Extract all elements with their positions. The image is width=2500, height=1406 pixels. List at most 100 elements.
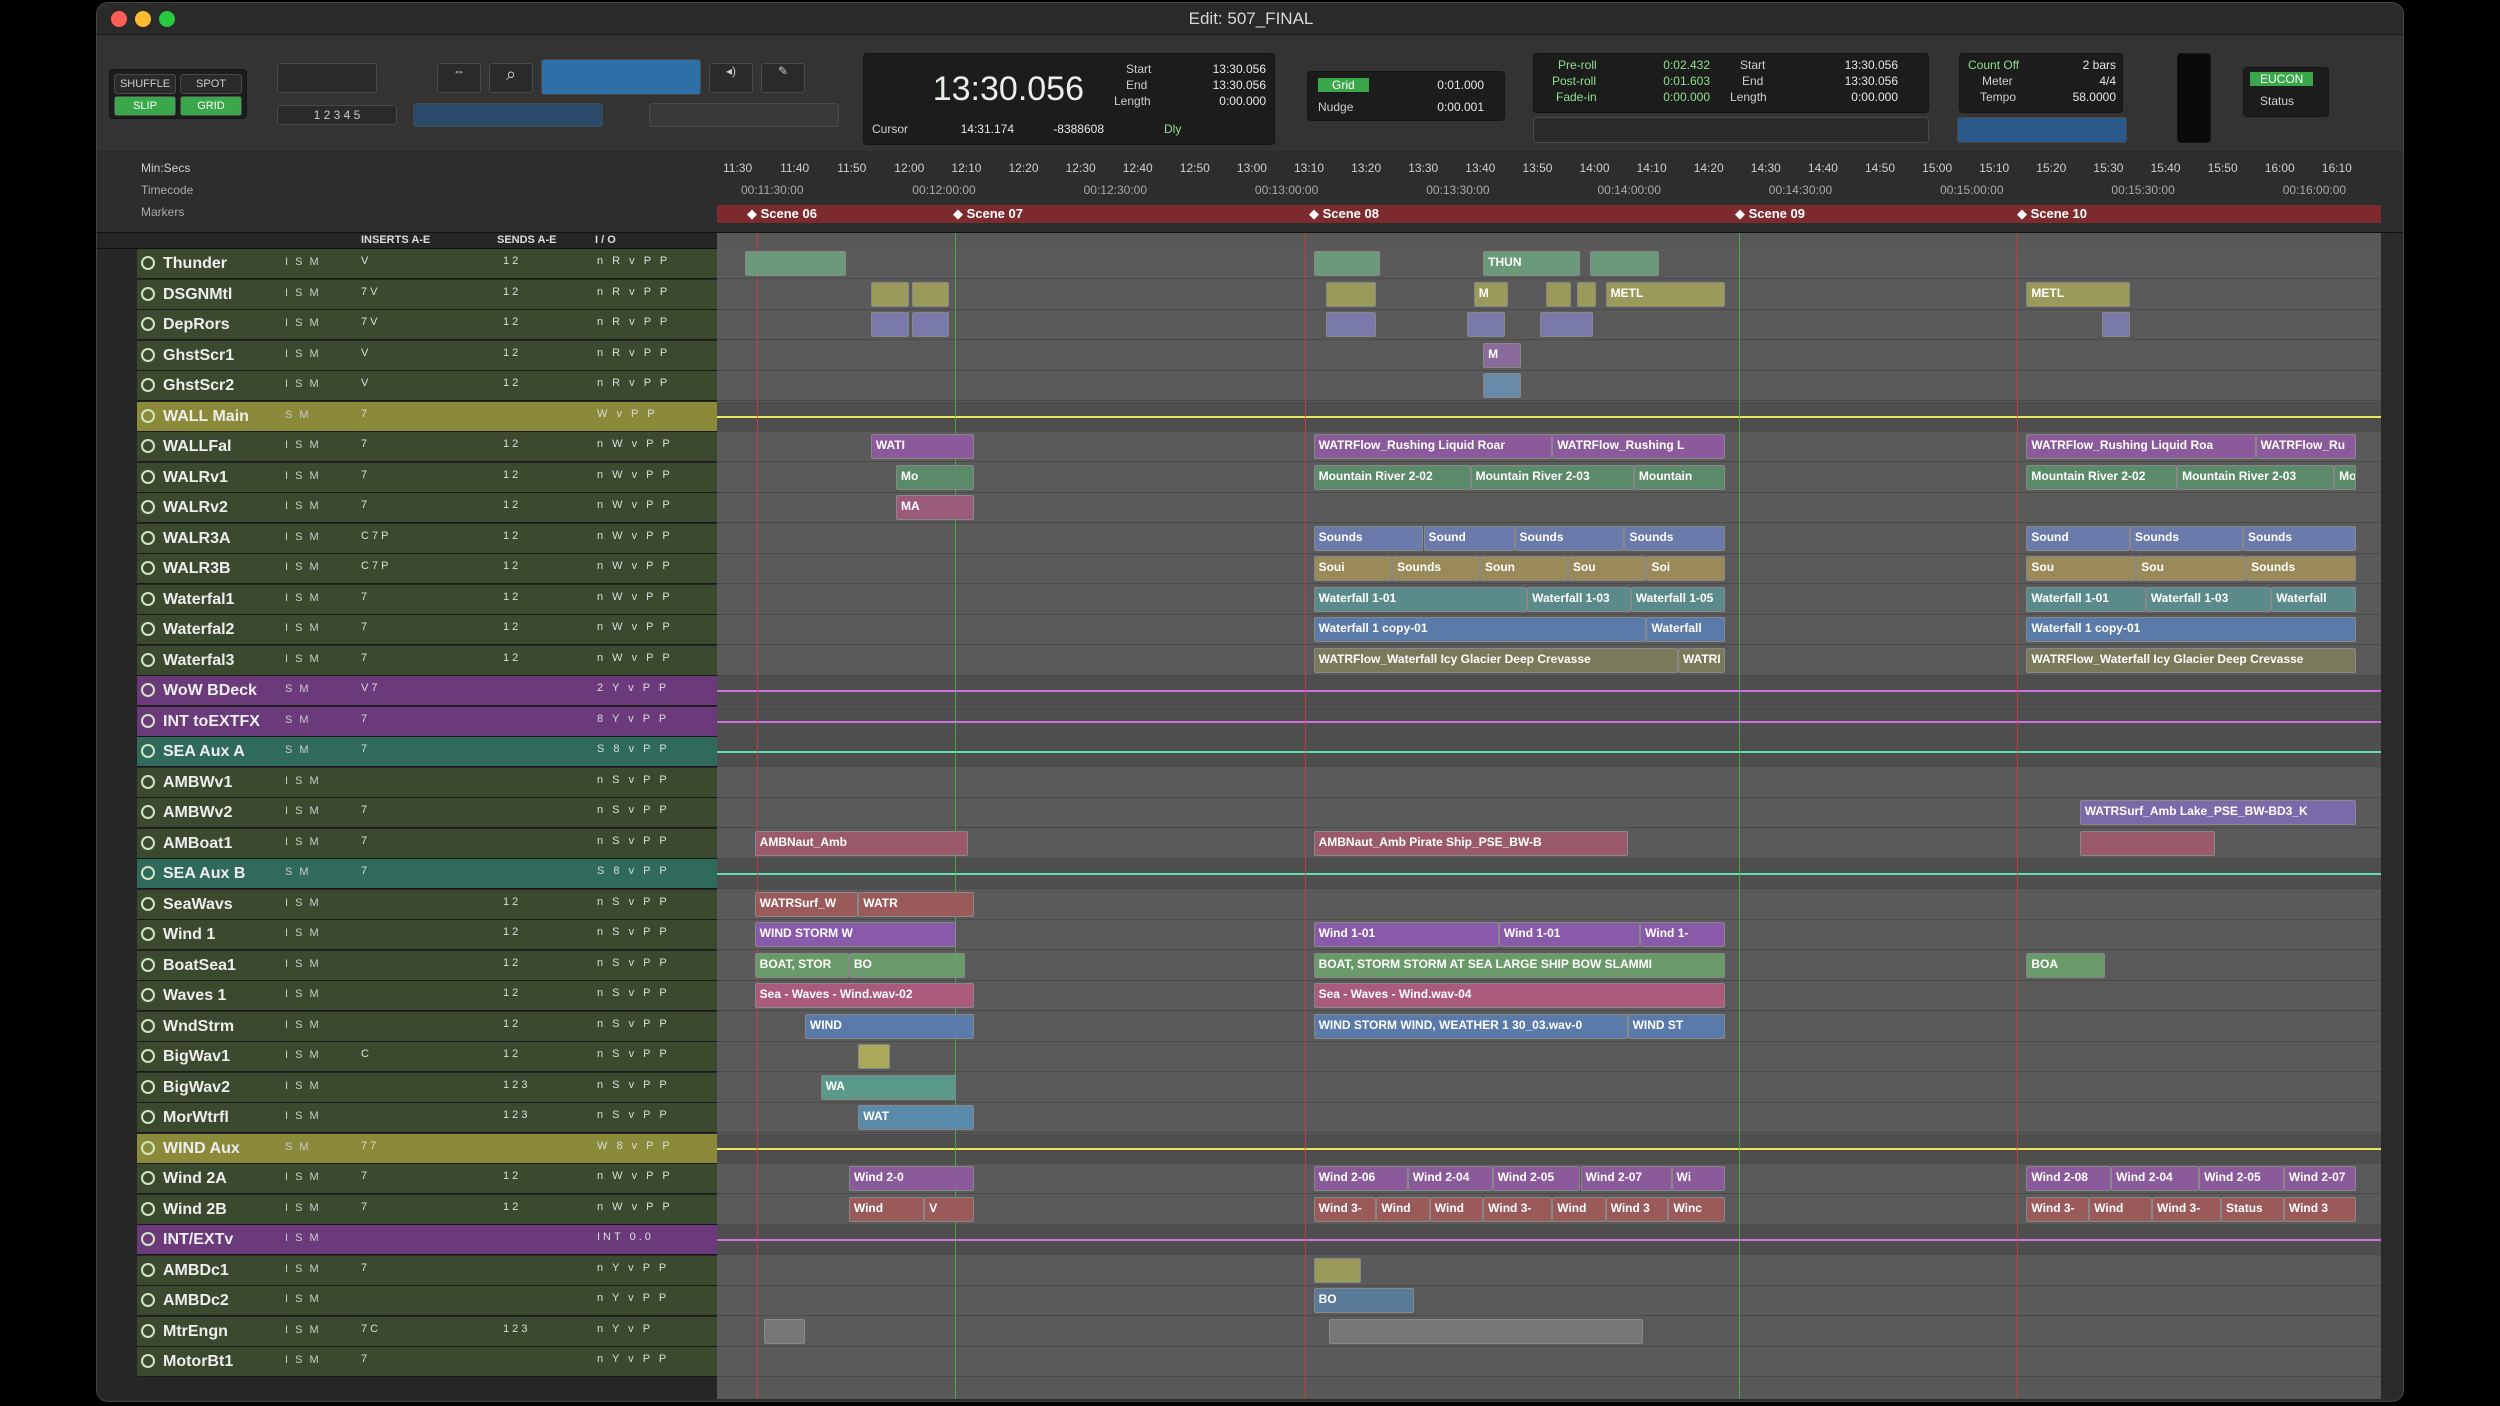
track-sends[interactable]: 1 2 3 [503, 1079, 527, 1091]
track-header[interactable]: WALR3B I S M C 7 P 1 2 n W v P P [137, 554, 717, 584]
track-rec-solo-mute[interactable]: I S M [285, 348, 321, 360]
track-io[interactable]: n R v P P [597, 377, 670, 389]
track-rec-solo-mute[interactable]: I S M [285, 622, 321, 634]
track-inserts[interactable]: V [361, 255, 368, 267]
audio-clip[interactable]: WIND [804, 1013, 975, 1039]
audio-clip[interactable]: Wind 1- [1640, 922, 1725, 947]
track-inserts[interactable]: 7 V [361, 286, 378, 298]
track-sends[interactable]: 1 2 [503, 499, 518, 511]
track-rec-solo-mute[interactable]: I S M [285, 317, 321, 329]
track-name[interactable]: AMBoat1 [163, 835, 273, 853]
track-sends[interactable]: 1 2 [503, 286, 518, 298]
audio-clip[interactable]: Sou [2136, 556, 2247, 581]
track-sends[interactable]: 1 2 [503, 530, 518, 542]
track-header[interactable]: INT toEXTFX S M 7 8 Y v P P [137, 706, 717, 737]
track-io[interactable]: n S v P P [597, 1018, 670, 1030]
track-lane[interactable] [717, 1072, 2381, 1103]
audio-clip[interactable] [1545, 281, 1572, 307]
track-name[interactable]: Wind 1 [163, 926, 273, 944]
sel-length[interactable]: 0:00.000 [1170, 94, 1266, 108]
track-header[interactable]: AMBDc2 I S M n Y v P P [137, 1286, 717, 1316]
audio-clip[interactable]: Wind 2-05 [1492, 1166, 1581, 1191]
track-rec-solo-mute[interactable]: I S M [285, 653, 321, 665]
audio-clip[interactable]: Waterfall 1-01 [1313, 586, 1528, 612]
audio-clip[interactable] [1326, 281, 1377, 307]
track-header[interactable]: MorWtrfl I S M 1 2 3 n S v P P [137, 1103, 717, 1133]
track-name[interactable]: Wind 2A [163, 1170, 273, 1188]
track-header[interactable]: SEA Aux B S M 7 S 8 v P P [137, 859, 717, 889]
audio-clip[interactable]: Soi [1646, 556, 1725, 581]
track-rec-solo-mute[interactable]: I S M [285, 287, 321, 299]
eucon-label[interactable]: EUCON [2250, 72, 2314, 86]
grid-value[interactable]: 0:01.000 [1400, 78, 1484, 92]
audio-clip[interactable] [1313, 251, 1380, 276]
audio-clip[interactable]: BOAT, STOR [754, 952, 849, 978]
audio-clip[interactable]: Wind 2-06 [1313, 1166, 1408, 1191]
track-io[interactable]: n W v P P [597, 469, 673, 481]
slip-mode-button[interactable]: SLIP [114, 96, 176, 116]
audio-clip[interactable]: Soun [1480, 556, 1568, 581]
track-lane[interactable] [717, 859, 2381, 889]
track-lane[interactable] [717, 1286, 2381, 1316]
automation-line[interactable] [717, 751, 2381, 753]
scene-marker[interactable]: ◆ Scene 09 [1735, 206, 1805, 222]
audio-clip[interactable]: Sea - Waves - Wind.wav-04 [1313, 983, 1725, 1008]
track-name[interactable]: MorWtrfl [163, 1109, 273, 1127]
track-inserts[interactable]: 7 [361, 499, 367, 511]
audio-clip[interactable]: WIND STORM WIND, WEATHER 1 30_03.wav-0 [1313, 1013, 1628, 1039]
track-header[interactable]: INT/EXTv I S M INT 0.0 [137, 1225, 717, 1255]
track-inserts[interactable]: 7 [361, 621, 367, 633]
track-inserts[interactable]: C [361, 1048, 369, 1060]
nudge-label[interactable]: Nudge [1318, 100, 1353, 114]
track-name[interactable]: Waterfal1 [163, 591, 273, 609]
track-inserts[interactable]: 7 [361, 835, 367, 847]
audio-clip[interactable]: Sounds [1514, 525, 1625, 551]
countoff-bars[interactable]: 2 bars [2050, 58, 2116, 72]
audio-clip[interactable]: Wind 3- [1483, 1196, 1553, 1222]
automation-line[interactable] [717, 720, 2381, 723]
audio-clip[interactable]: WATRFlow_Rushing L [1552, 434, 1725, 459]
track-io[interactable]: n S v P P [597, 1048, 670, 1060]
track-name[interactable]: INT toEXTFX [163, 713, 273, 731]
track-header[interactable]: BoatSea1 I S M 1 2 n S v P P [137, 950, 717, 981]
track-lane[interactable] [717, 1042, 2381, 1072]
audio-clip[interactable]: M [1483, 342, 1521, 368]
track-inserts[interactable]: 7 [361, 865, 367, 877]
audio-clip[interactable]: Wind 2-04 [1407, 1166, 1493, 1191]
audio-clip[interactable] [870, 281, 909, 307]
track-io[interactable]: INT 0.0 [597, 1231, 654, 1243]
audio-clip[interactable]: Mountain River 2-02 [1313, 464, 1471, 490]
track-header[interactable]: DepRors I S M 7 V 1 2 n R v P P [137, 310, 717, 340]
track-lane[interactable] [717, 706, 2381, 737]
track-io[interactable]: 8 Y v P P [597, 713, 669, 725]
track-io[interactable]: S 8 v P P [597, 865, 670, 877]
audio-clip[interactable]: Sounds [1313, 525, 1424, 551]
track-header[interactable]: WALR3A I S M C 7 P 1 2 n W v P P [137, 523, 717, 554]
track-name[interactable]: AMBDc2 [163, 1292, 273, 1310]
audio-clip[interactable]: Waterfall 1-01 [2026, 586, 2146, 612]
track-rec-solo-mute[interactable]: S M [285, 1141, 311, 1153]
track-name[interactable]: BigWav2 [163, 1079, 273, 1097]
track-io[interactable]: n W v P P [597, 560, 673, 572]
shuffle-mode-button[interactable]: SHUFFLE [114, 74, 176, 94]
track-io[interactable]: n S v P P [597, 835, 670, 847]
track-header[interactable]: AMBDc1 I S M 7 n Y v P P [137, 1255, 717, 1286]
audio-clip[interactable]: Mo [895, 464, 975, 490]
track-header[interactable]: WndStrm I S M 1 2 n S v P P [137, 1011, 717, 1042]
audio-clip[interactable]: WATR [858, 891, 975, 917]
audio-clip[interactable]: Mountain River 2-02 [2026, 464, 2178, 490]
audio-clip[interactable]: Wind [848, 1196, 925, 1222]
audio-clip[interactable]: WATRFlow_Rushing Liquid Roa [2026, 434, 2256, 459]
track-rec-solo-mute[interactable]: I S M [285, 1293, 321, 1305]
audio-clip[interactable]: Waterfall 1-03 [1527, 586, 1631, 612]
track-header[interactable]: GhstScr2 I S M V 1 2 n R v P P [137, 371, 717, 401]
audio-clip[interactable]: Sea - Waves - Wind.wav-02 [754, 983, 975, 1008]
track-sends[interactable]: 1 2 [503, 469, 518, 481]
track-name[interactable]: WoW BDeck [163, 682, 273, 700]
track-lane[interactable] [717, 767, 2381, 798]
track-rec-solo-mute[interactable]: I S M [285, 1110, 321, 1122]
audio-clip[interactable]: Waterfall [2271, 586, 2357, 612]
track-io[interactable]: n S v P P [597, 957, 670, 969]
track-sends[interactable]: 1 2 [503, 560, 518, 572]
track-name[interactable]: WALRv1 [163, 469, 273, 487]
